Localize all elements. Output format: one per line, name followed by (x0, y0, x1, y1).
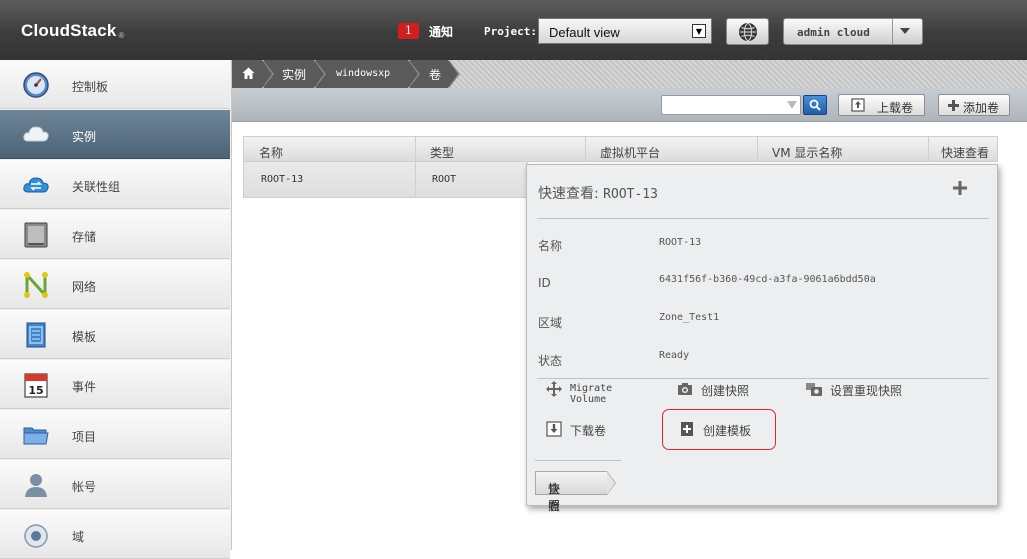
language-button[interactable] (726, 18, 769, 45)
column-header-vm-display-name[interactable]: VM 显示名称 (772, 144, 842, 161)
column-header-type[interactable]: 类型 (430, 144, 454, 161)
sidebar-item-label: 控制板 (72, 80, 109, 94)
add-volume-button[interactable]: 添加卷 (938, 94, 1010, 116)
project-select[interactable]: Default view ▼ (538, 18, 712, 44)
sidebar-item-affinity-groups[interactable]: 关联性组 (0, 160, 230, 209)
sidebar: 控制板 实例 关联性组 存储 网络 模板 15 事件 项目 帐号 域 (0, 60, 232, 559)
sidebar-item-label: 关联性组 (72, 180, 121, 194)
upload-icon (851, 98, 865, 112)
sidebar-item-domains[interactable]: 域 (0, 510, 230, 559)
user-name: admin cloud (797, 26, 870, 39)
divider (928, 137, 929, 161)
column-header-name[interactable]: 名称 (259, 144, 283, 161)
sidebar-item-label: 事件 (72, 380, 97, 394)
sidebar-item-accounts[interactable]: 帐号 (0, 460, 230, 509)
sidebar-item-instances[interactable]: 实例 (0, 110, 230, 159)
storage-icon (24, 222, 48, 248)
sidebar-item-label: 网络 (72, 280, 97, 294)
recurring-snapshot-action[interactable]: 设置重现快照 (806, 381, 926, 399)
user-menu-button[interactable]: admin cloud (783, 18, 923, 45)
sidebar-item-network[interactable]: 网络 (0, 260, 230, 309)
divider (537, 218, 989, 219)
search-input[interactable] (661, 95, 801, 115)
search-icon (809, 99, 821, 111)
column-header-quickview: 快速查看 (941, 146, 990, 160)
sidebar-item-storage[interactable]: 存储 (0, 210, 230, 259)
expand-plus-icon[interactable] (953, 181, 967, 195)
field-label-zone: 区域 (538, 316, 563, 330)
field-label-id: ID (538, 276, 551, 290)
sidebar-item-label: 项目 (72, 430, 97, 444)
quickview-title: 快速查看: ROOT-13 (538, 186, 658, 202)
cloudstack-logo[interactable]: CloudStack ® (21, 21, 125, 41)
create-snapshot-action[interactable]: 创建快照 (677, 381, 777, 399)
home-icon (242, 67, 255, 79)
field-value-name: ROOT-13 (659, 237, 702, 248)
divider (892, 19, 893, 44)
column-header-hypervisor[interactable]: 虚拟机平台 (600, 144, 660, 161)
divider (757, 137, 758, 161)
network-icon (24, 272, 48, 298)
divider (537, 378, 989, 379)
upload-volume-button[interactable]: 上载卷 (838, 94, 925, 116)
breadcrumb-item-vm[interactable]: windowsxp (316, 60, 420, 88)
globe-icon (739, 23, 757, 41)
dashboard-icon (23, 72, 49, 98)
camera-icon (678, 383, 692, 395)
sidebar-item-label: 存储 (72, 230, 97, 244)
sidebar-item-label: 域 (72, 530, 85, 544)
field-label-state: 状态 (538, 354, 563, 368)
sidebar-item-projects[interactable]: 项目 (0, 410, 230, 459)
template-icon (26, 322, 46, 348)
divider (415, 162, 416, 197)
affinity-group-icon (23, 177, 49, 193)
filter-dropdown-icon[interactable] (787, 101, 797, 109)
field-value-id: 6431f56f-b360-49cd-a3fa-9061a6bdd50a (659, 274, 876, 285)
domain-icon (24, 524, 48, 548)
notification-count-badge[interactable]: 1 (398, 23, 419, 39)
chevron-down-icon: ▼ (692, 24, 706, 38)
cloud-icon (23, 126, 49, 142)
breadcrumb: 实例 windowsxp 卷 (232, 60, 1027, 88)
project-select-value: Default view (549, 25, 620, 40)
recurring-snapshot-icon (806, 383, 822, 396)
field-label-name: 名称 (538, 239, 563, 253)
search-button[interactable] (803, 95, 827, 115)
sidebar-item-dashboard[interactable]: 控制板 (0, 60, 230, 109)
sidebar-item-events[interactable]: 15 事件 (0, 360, 230, 409)
plus-icon (948, 100, 959, 111)
top-header: CloudStack ® 1 通知 Project: Default view ▼… (0, 0, 1027, 60)
download-volume-action[interactable]: 下载卷 (546, 421, 636, 439)
quickview-panel: 快速查看: ROOT-13 名称 ROOT-13 ID 6431f56f-b36… (526, 164, 998, 513)
field-value-state: Ready (659, 350, 690, 361)
project-label: Project: (484, 25, 537, 38)
toolbar: 上载卷 添加卷 (232, 88, 1027, 122)
highlight-box (662, 409, 776, 450)
migrate-volume-action[interactable]: Migrate Volume (546, 381, 656, 411)
calendar-icon: 15 (24, 373, 48, 398)
folder-icon (23, 427, 49, 445)
sidebar-item-templates[interactable]: 模板 (0, 310, 230, 359)
table-header: 名称 类型 虚拟机平台 VM 显示名称 快速查看 (243, 136, 998, 162)
divider (585, 137, 586, 161)
sidebar-item-label: 实例 (72, 130, 97, 144)
download-icon (546, 421, 562, 437)
sidebar-item-label: 模板 (72, 330, 97, 344)
view-snapshots-button[interactable]: 查看 快照 (535, 471, 616, 513)
sidebar-item-label: 帐号 (72, 480, 97, 494)
divider (535, 460, 621, 461)
registered-mark: ® (118, 31, 125, 40)
field-value-zone: Zone_Test1 (659, 312, 720, 323)
cell-name[interactable]: ROOT-13 (261, 174, 303, 185)
caret-down-icon (900, 28, 910, 34)
cell-type: ROOT (432, 174, 457, 185)
divider (415, 137, 416, 161)
notifications-link[interactable]: 通知 (429, 23, 453, 40)
user-icon (25, 474, 47, 497)
move-arrows-icon (546, 381, 562, 397)
breadcrumb-home[interactable] (232, 60, 274, 88)
table-row[interactable]: ROOT-13 ROOT (243, 162, 528, 198)
svg-text:15: 15 (28, 384, 43, 397)
